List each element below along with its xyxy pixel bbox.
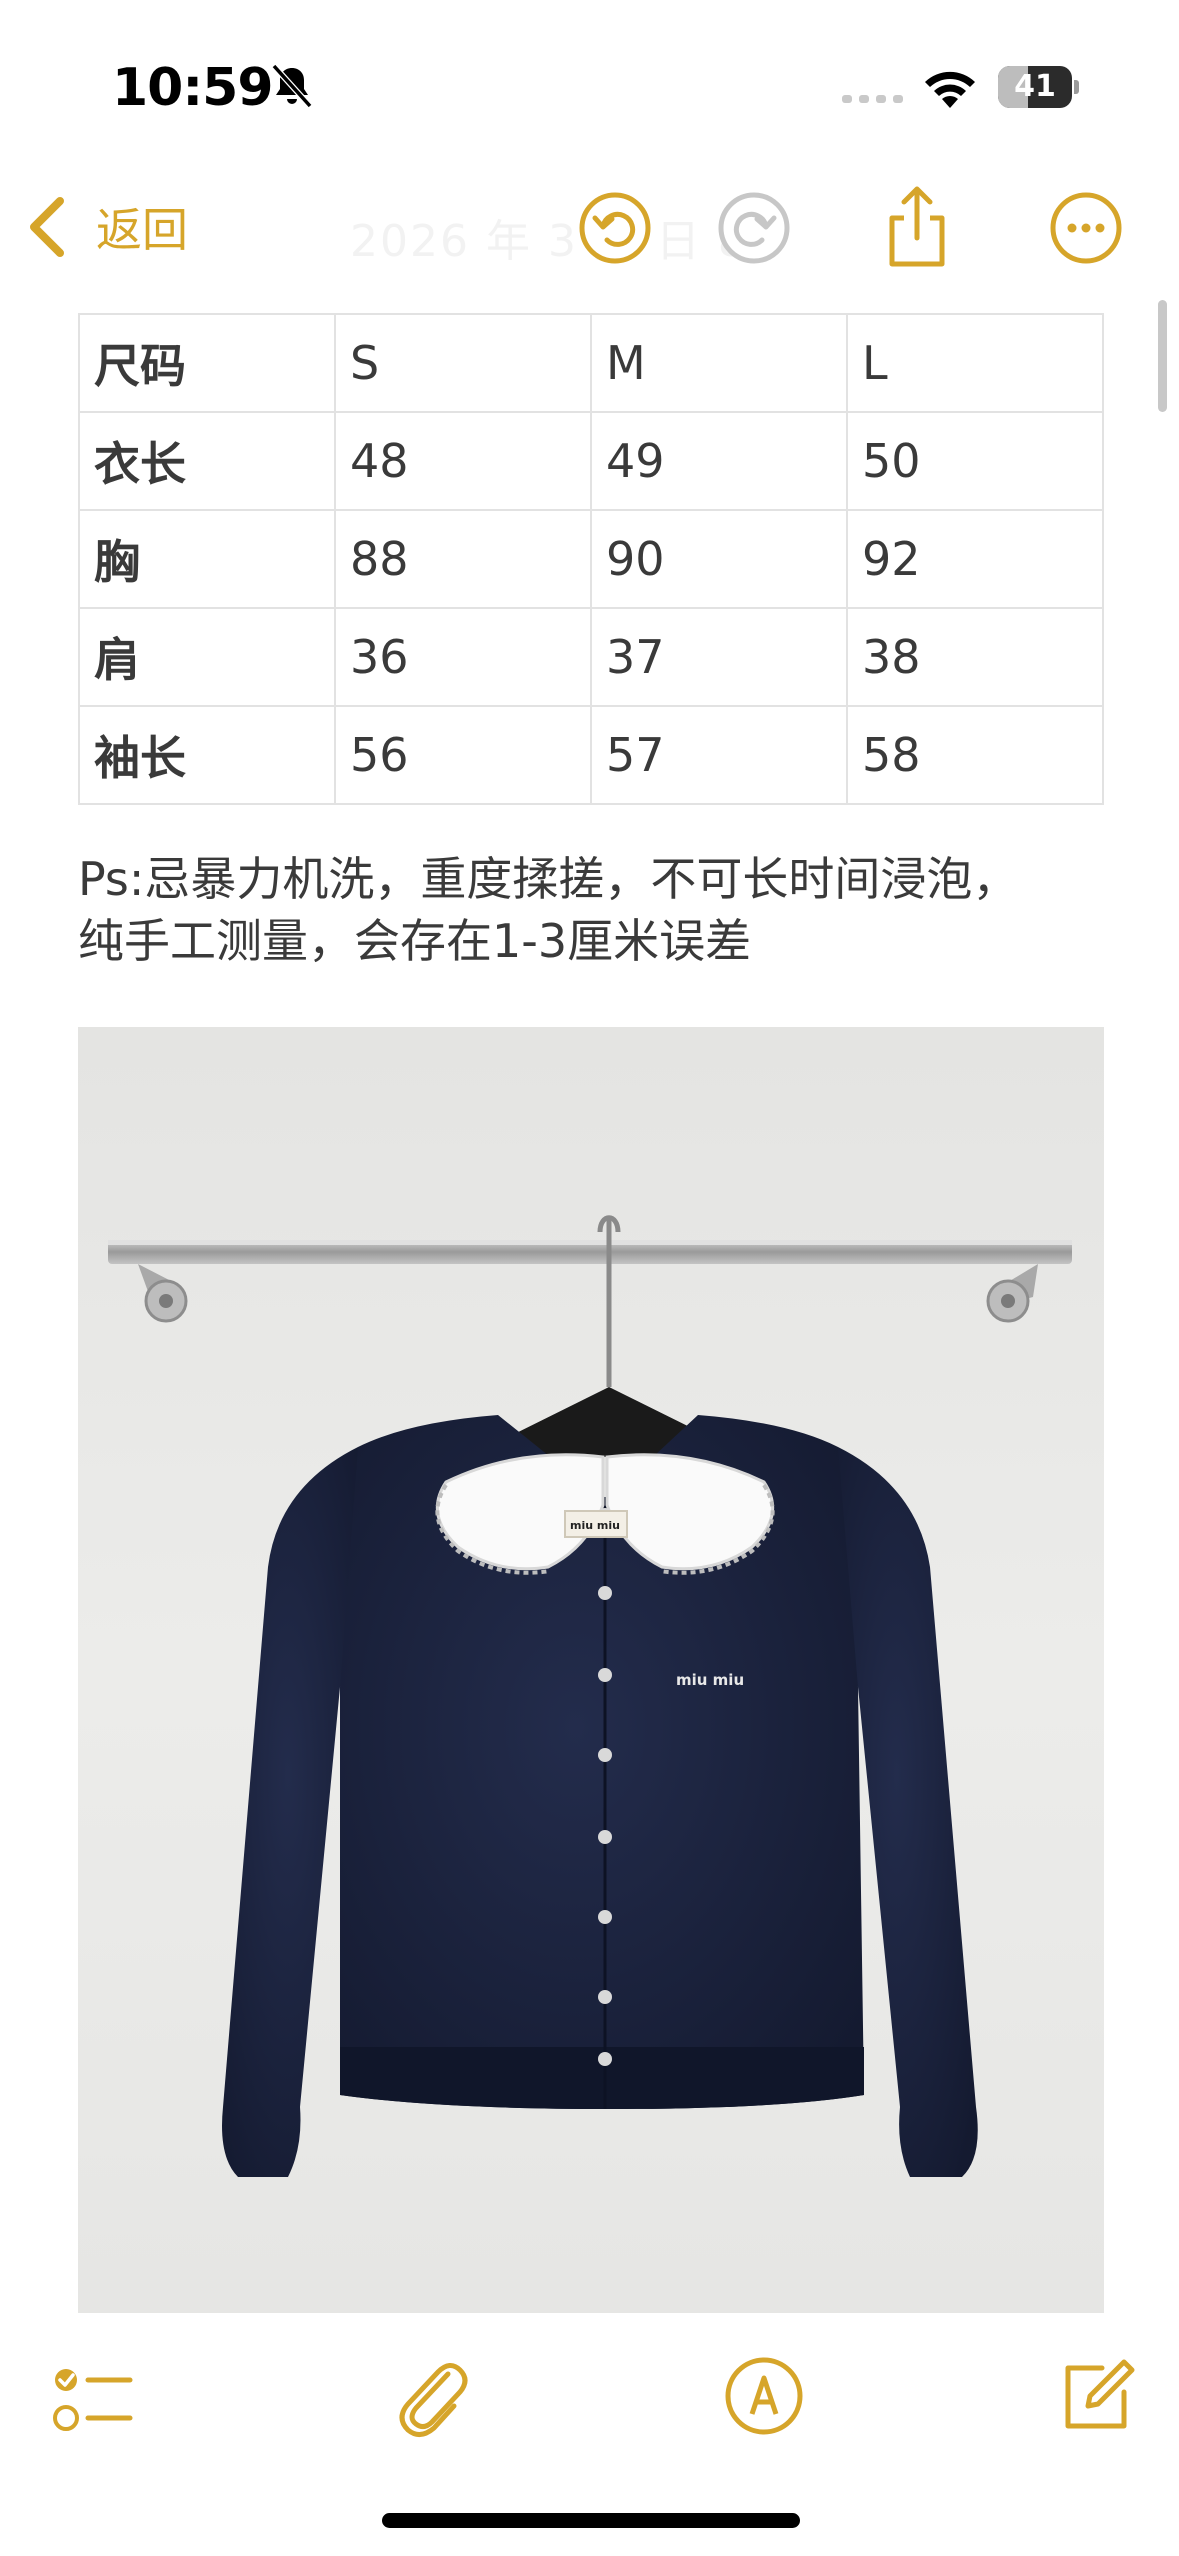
table-cell: 衣长 — [78, 411, 336, 511]
embroidery-text: miu miu — [676, 1671, 744, 1689]
table-cell: 88 — [334, 509, 592, 609]
redo-icon[interactable] — [716, 190, 792, 266]
table-cell: 92 — [846, 509, 1104, 609]
cardigan-illustration: miu miu miu miu — [78, 1027, 1104, 2313]
table-cell: M — [590, 313, 848, 413]
markup-pen-icon[interactable] — [722, 2354, 806, 2438]
table-cell: 胸 — [78, 509, 336, 609]
compose-icon[interactable] — [1054, 2354, 1138, 2438]
care-note[interactable]: Ps:忌暴力机洗，重度揉搓，不可长时间浸泡， 纯手工测量，会存在1-3厘米误差 — [78, 848, 1138, 972]
nav-date-faded: 2026 年 3 月 日 8 — [350, 216, 748, 267]
back-label: 返回 — [96, 203, 188, 257]
back-button[interactable]: 返回 — [24, 192, 188, 262]
table-cell: 90 — [590, 509, 848, 609]
table-row: 肩 36 37 38 — [78, 607, 1104, 707]
table-cell: 36 — [334, 607, 592, 707]
table-cell: 37 — [590, 607, 848, 707]
care-note-line: 纯手工测量，会存在1-3厘米误差 — [78, 914, 752, 968]
size-table: 尺码 S M L 衣长 48 49 50 胸 88 90 92 肩 36 37 … — [78, 313, 1104, 805]
care-note-line: Ps:忌暴力机洗，重度揉搓，不可长时间浸泡， — [78, 852, 1019, 906]
table-cell: 48 — [334, 411, 592, 511]
table-cell: 50 — [846, 411, 1104, 511]
battery-icon: 41 — [998, 66, 1072, 108]
table-cell: S — [334, 313, 592, 413]
table-cell: 49 — [590, 411, 848, 511]
table-row: 衣长 48 49 50 — [78, 411, 1104, 511]
neck-label-text: miu miu — [570, 1519, 620, 1532]
home-indicator[interactable] — [382, 2513, 800, 2528]
product-photo[interactable]: miu miu miu miu — [78, 1027, 1104, 2313]
table-cell: 袖长 — [78, 705, 336, 805]
status-time: 10:59 — [112, 58, 274, 118]
wifi-icon — [925, 71, 975, 108]
cellular-signal-icon — [842, 95, 903, 103]
table-row: 袖长 56 57 58 — [78, 705, 1104, 805]
nav-bar: 返回 2026 年 3 月 日 8 — [0, 170, 1179, 285]
undo-icon[interactable] — [577, 190, 653, 266]
checklist-icon[interactable] — [50, 2356, 134, 2440]
table-cell: 58 — [846, 705, 1104, 805]
battery-cap — [1074, 80, 1079, 94]
table-cell: 56 — [334, 705, 592, 805]
bell-muted-icon — [271, 63, 313, 109]
status-bar: 10:59 41 — [0, 0, 1179, 170]
more-icon[interactable] — [1048, 190, 1124, 266]
chevron-left-icon — [30, 197, 64, 257]
table-row: 胸 88 90 92 — [78, 509, 1104, 609]
scroll-indicator[interactable] — [1158, 300, 1167, 412]
battery-level: 41 — [1014, 69, 1056, 104]
table-cell: 38 — [846, 607, 1104, 707]
table-cell: 肩 — [78, 607, 336, 707]
table-row: 尺码 S M L — [78, 313, 1104, 413]
table-cell: 57 — [590, 705, 848, 805]
paperclip-icon[interactable] — [390, 2352, 470, 2440]
table-cell: L — [846, 313, 1104, 413]
share-icon[interactable] — [882, 184, 952, 270]
table-cell: 尺码 — [78, 313, 336, 413]
